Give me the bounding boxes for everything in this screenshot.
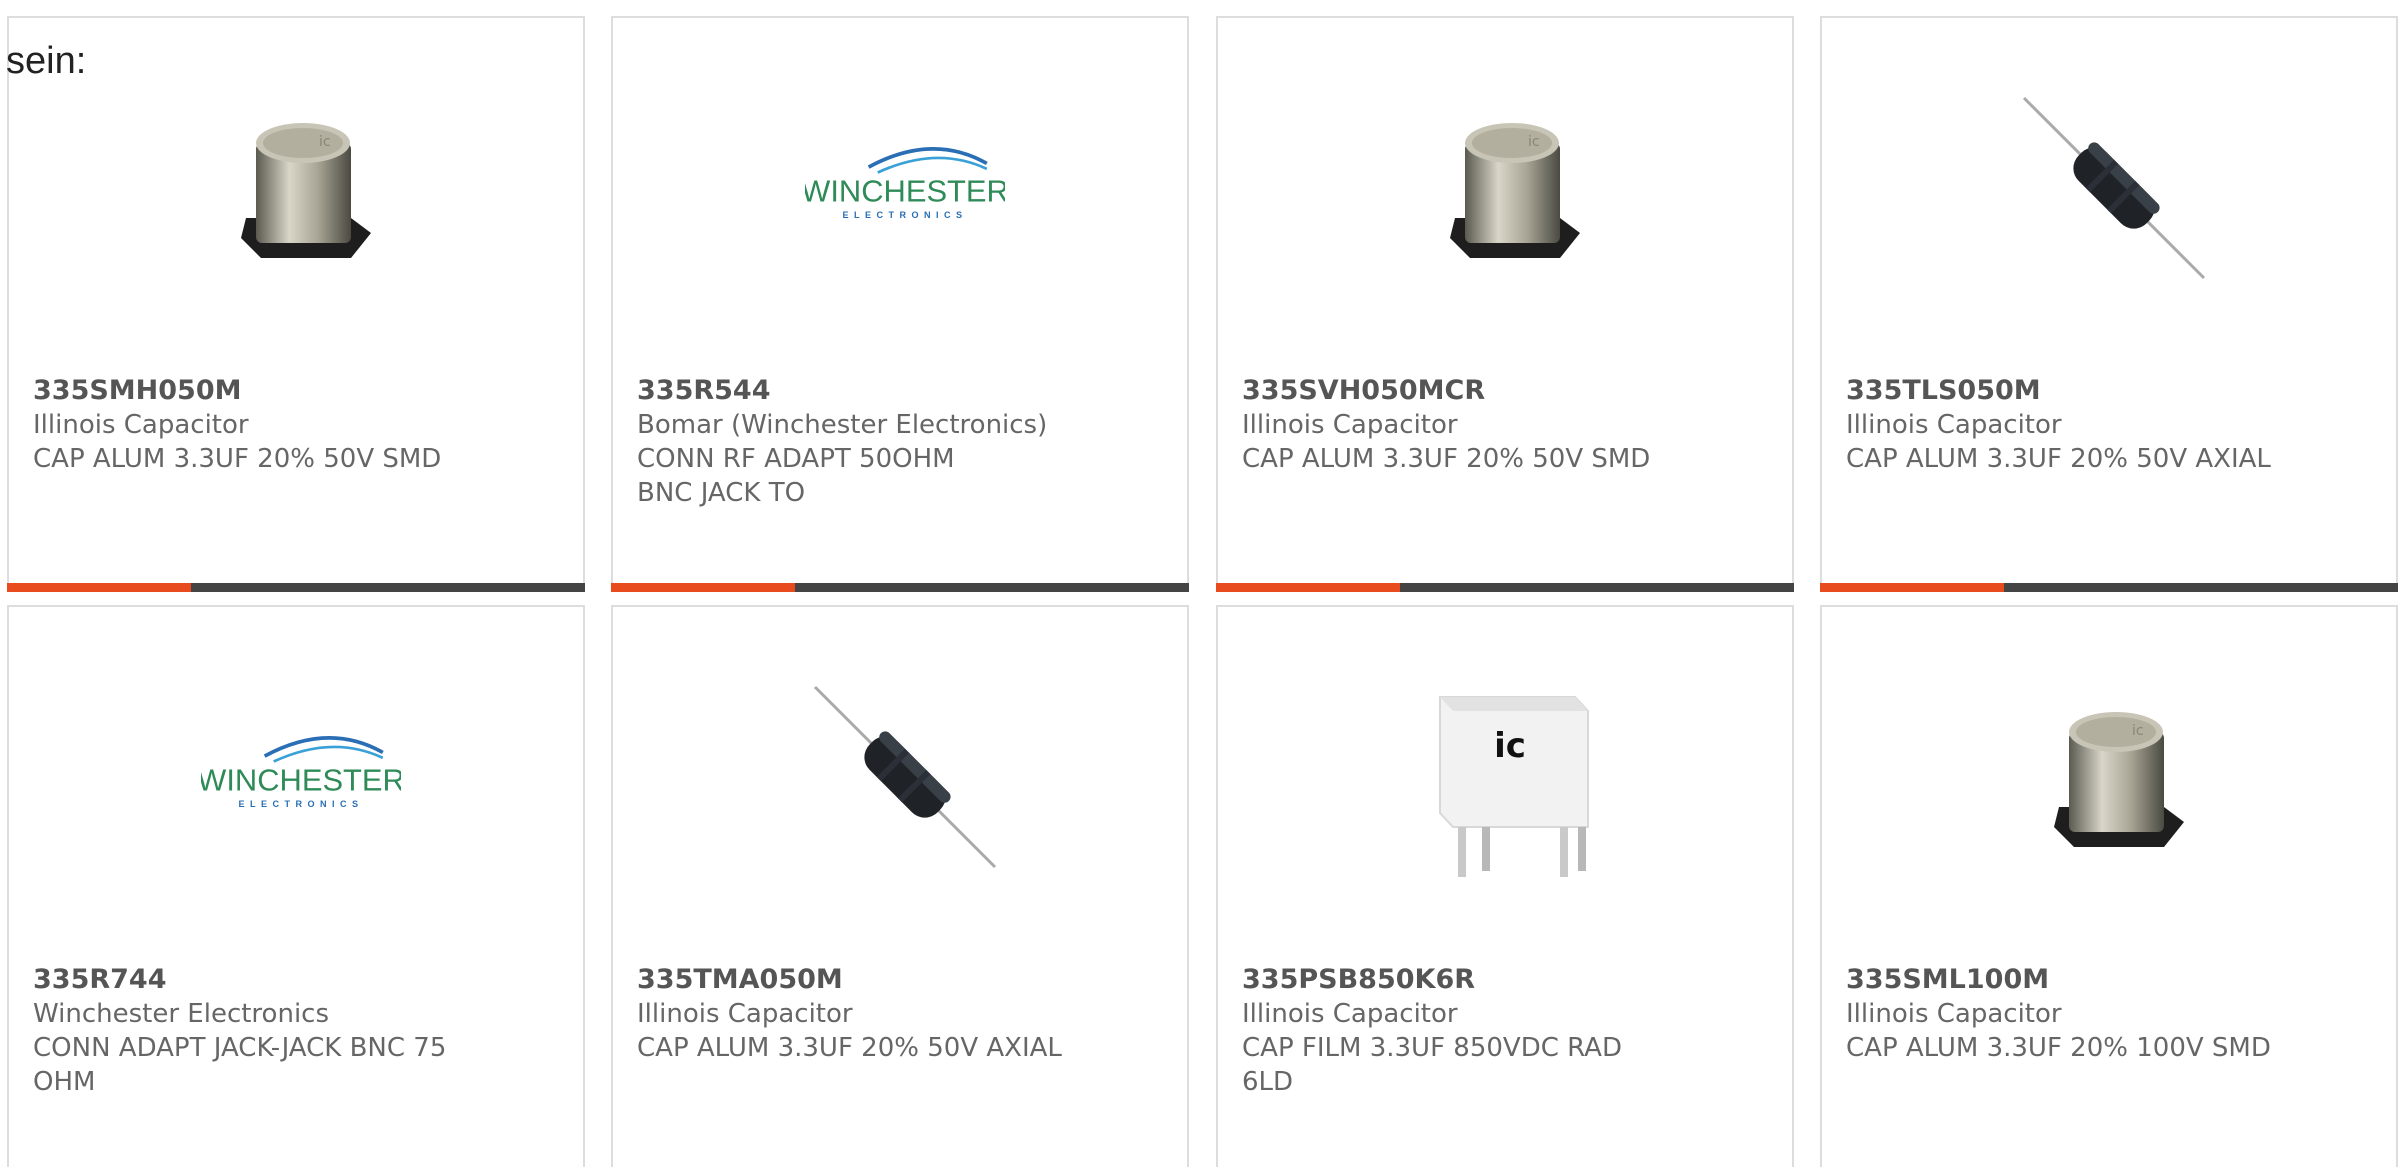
card-accent [7,583,191,592]
product-card[interactable]: 335TLS050M Illinois Capacitor CAP ALUM 3… [1820,16,2398,592]
smd-capacitor-image: ic [1410,88,1610,288]
product-info: 335SMH050M Illinois Capacitor CAP ALUM 3… [33,374,473,476]
card-bottom-bar [1216,583,1794,592]
card-bottom-bar [7,583,585,592]
manufacturer: Illinois Capacitor [1242,410,1458,440]
product-card[interactable]: ic 335SMH050M Illinois Capacitor CAP ALU… [7,16,585,592]
manufacturer: Illinois Capacitor [33,410,249,440]
part-number[interactable]: 335PSB850K6R [1242,963,1682,997]
product-info: 335PSB850K6R Illinois Capacitor CAP FILM… [1242,963,1682,1099]
ic-logo: ic [1494,726,1526,766]
description: CAP ALUM 3.3UF 20% 50V SMD [1242,444,1651,474]
description: CAP ALUM 3.3UF 20% 50V AXIAL [1846,444,2271,474]
manufacturer: Winchester Electronics [33,999,330,1029]
logo-subtext: ELECTRONICS [842,210,967,220]
product-card[interactable]: WINCHESTER ELECTRONICS 335R744 Wincheste… [7,605,585,1167]
manufacturer: Illinois Capacitor [1846,410,2062,440]
product-info: 335SML100M Illinois Capacitor CAP ALUM 3… [1846,963,2286,1065]
svg-text:ic: ic [319,134,331,150]
part-number[interactable]: 335SMH050M [33,374,473,408]
product-card[interactable]: 335TMA050M Illinois Capacitor CAP ALUM 3… [611,605,1189,1167]
svg-text:ic: ic [2132,723,2144,739]
axial-capacitor-image [2014,88,2214,288]
card-bottom-bar [611,583,1189,592]
logo-subtext: ELECTRONICS [238,799,363,809]
product-card[interactable]: ic 335PSB850K6R Illinois Capacitor CAP F… [1216,605,1794,1167]
part-number[interactable]: 335TMA050M [637,963,1077,997]
description: CAP FILM 3.3UF 850VDC RAD 6LD [1242,1033,1622,1097]
manufacturer: Illinois Capacitor [1846,999,2062,1029]
manufacturer: Illinois Capacitor [637,999,853,1029]
description: CONN RF ADAPT 50OHM BNC JACK TO [637,444,955,508]
card-accent [611,583,795,592]
description: CONN ADAPT JACK-JACK BNC 75 OHM [33,1033,447,1097]
smd-capacitor-image: ic [201,88,401,288]
part-number[interactable]: 335R544 [637,374,1077,408]
product-info: 335TLS050M Illinois Capacitor CAP ALUM 3… [1846,374,2286,476]
manufacturer: Illinois Capacitor [1242,999,1458,1029]
logo-text: WINCHESTER [201,763,401,798]
part-number[interactable]: 335R744 [33,963,473,997]
axial-capacitor-image [805,677,1005,877]
product-listing-page: sein: ic 335SMH050M Illinois Capacitor C… [0,0,2400,1167]
part-number[interactable]: 335SML100M [1846,963,2286,997]
logo-text: WINCHESTER [805,174,1005,209]
winchester-logo: WINCHESTER ELECTRONICS [201,677,401,877]
card-bottom-bar [1820,583,2398,592]
product-info: 335R544 Bomar (Winchester Electronics) C… [637,374,1077,510]
film-capacitor-image: ic [1410,677,1610,877]
manufacturer: Bomar (Winchester Electronics) [637,410,1048,440]
part-number[interactable]: 335TLS050M [1846,374,2286,408]
card-accent [1820,583,2004,592]
description: CAP ALUM 3.3UF 20% 100V SMD [1846,1033,2271,1063]
product-card[interactable]: ic 335SML100M Illinois Capacitor CAP ALU… [1820,605,2398,1167]
product-card[interactable]: ic 335SVH050MCR Illinois Capacitor CAP A… [1216,16,1794,592]
product-info: 335R744 Winchester Electronics CONN ADAP… [33,963,473,1099]
smd-capacitor-image: ic [2014,677,2214,877]
winchester-logo: WINCHESTER ELECTRONICS [805,88,1005,288]
description: CAP ALUM 3.3UF 20% 50V SMD [33,444,442,474]
product-grid: ic 335SMH050M Illinois Capacitor CAP ALU… [0,0,2400,1167]
card-accent [1216,583,1400,592]
svg-text:ic: ic [1528,134,1540,150]
description: CAP ALUM 3.3UF 20% 50V AXIAL [637,1033,1062,1063]
product-info: 335SVH050MCR Illinois Capacitor CAP ALUM… [1242,374,1682,476]
product-card[interactable]: WINCHESTER ELECTRONICS 335R544 Bomar (Wi… [611,16,1189,592]
intro-text: sein: [6,40,87,82]
part-number[interactable]: 335SVH050MCR [1242,374,1682,408]
product-info: 335TMA050M Illinois Capacitor CAP ALUM 3… [637,963,1077,1065]
